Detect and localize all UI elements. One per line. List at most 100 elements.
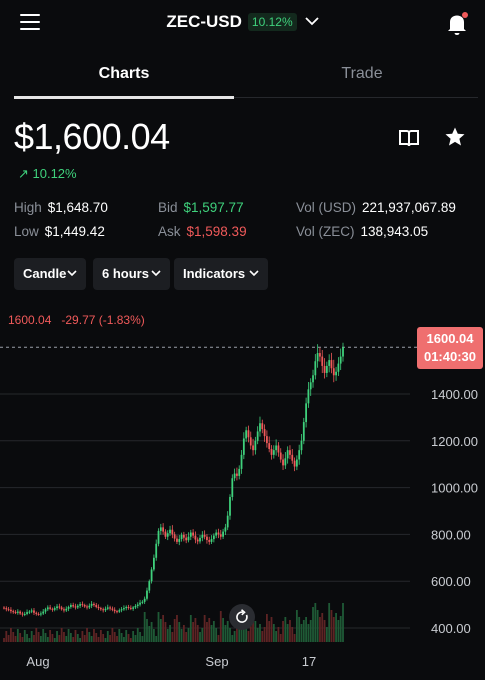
volume-bar bbox=[53, 638, 56, 642]
volume-bar bbox=[123, 637, 125, 642]
volume-bar bbox=[282, 621, 284, 642]
volume-bar bbox=[72, 637, 75, 642]
candle-body bbox=[212, 535, 215, 540]
volume-bar bbox=[125, 630, 128, 642]
volume-bar bbox=[229, 628, 231, 642]
volume-bar bbox=[65, 636, 68, 642]
candle-body bbox=[261, 423, 264, 430]
volume-bar bbox=[116, 636, 118, 642]
volume-bar bbox=[7, 635, 10, 642]
candle-body bbox=[203, 534, 206, 537]
candle-body bbox=[23, 613, 26, 615]
candle-body bbox=[127, 606, 130, 608]
candle-body bbox=[67, 606, 70, 609]
candle-body bbox=[176, 538, 178, 542]
indicators-dropdown[interactable]: Indicators bbox=[174, 258, 268, 290]
volume-bar bbox=[129, 638, 132, 642]
candle-body bbox=[39, 613, 42, 615]
volume-bar bbox=[146, 619, 148, 642]
candle-body bbox=[194, 535, 197, 540]
volume-bar bbox=[302, 620, 305, 642]
volume-bar bbox=[335, 613, 337, 642]
candle-body bbox=[206, 536, 208, 541]
candle-body bbox=[189, 532, 192, 537]
volume-bar bbox=[56, 631, 58, 642]
candle-body bbox=[3, 607, 5, 609]
volume-bar bbox=[113, 632, 116, 642]
candle-body bbox=[330, 360, 333, 369]
candle-body bbox=[37, 613, 40, 615]
candle-body bbox=[83, 605, 86, 607]
volume-bar bbox=[79, 638, 82, 642]
candle-body bbox=[120, 609, 123, 611]
chart-type-dropdown[interactable]: Candle bbox=[14, 258, 86, 290]
chart-delta: -29.77 (-1.83%) bbox=[61, 313, 145, 327]
x-tick-label: Sep bbox=[205, 654, 228, 669]
candle-body bbox=[305, 403, 308, 423]
volume-bar bbox=[314, 603, 317, 642]
volume-bar bbox=[289, 620, 291, 642]
volume-bar bbox=[35, 628, 38, 642]
volume-bar bbox=[215, 628, 218, 642]
volume-bar bbox=[49, 630, 52, 642]
candle-body bbox=[90, 603, 93, 606]
volume-bar bbox=[180, 629, 183, 642]
volume-bar bbox=[259, 624, 261, 642]
volume-bar bbox=[185, 632, 188, 642]
candle-body bbox=[79, 604, 82, 606]
volume-bar bbox=[300, 624, 303, 642]
pair-title: ZEC-USD bbox=[166, 12, 242, 31]
candle-body bbox=[300, 440, 303, 451]
candle-body bbox=[222, 531, 224, 537]
stat-ask: Ask $1,598.39 bbox=[158, 224, 247, 239]
candle-body bbox=[286, 450, 289, 459]
tab-charts[interactable]: Charts bbox=[14, 54, 234, 99]
candle-body bbox=[109, 607, 111, 609]
volume-bar bbox=[330, 610, 333, 642]
candle-body bbox=[268, 443, 271, 449]
tab-trade[interactable]: Trade bbox=[246, 54, 478, 98]
candle-body bbox=[19, 611, 22, 614]
book-icon[interactable] bbox=[398, 128, 420, 153]
bell-icon[interactable] bbox=[446, 12, 468, 36]
volume-bar bbox=[120, 633, 123, 642]
candle-body bbox=[113, 609, 116, 612]
top-bar: ZEC-USD 10.12% bbox=[0, 0, 485, 48]
candle-body bbox=[270, 448, 273, 455]
pair-selector[interactable]: ZEC-USD 10.12% bbox=[0, 12, 485, 32]
candle-body bbox=[293, 460, 296, 467]
volume-bar bbox=[342, 603, 344, 642]
y-tick-label: 1000.00 bbox=[431, 481, 478, 496]
candle-body bbox=[295, 459, 298, 467]
star-icon[interactable] bbox=[444, 126, 466, 153]
volume-bar bbox=[164, 622, 167, 642]
candle-body bbox=[185, 537, 188, 541]
volume-bar bbox=[261, 631, 264, 642]
candle-body bbox=[178, 539, 181, 542]
volume-bar bbox=[136, 628, 139, 642]
volume-bar bbox=[279, 634, 282, 642]
volume-bar bbox=[63, 632, 65, 642]
volume-bar bbox=[148, 626, 151, 642]
volume-bar bbox=[332, 617, 335, 642]
candle-body bbox=[173, 534, 176, 539]
stat-vol-usd: Vol (USD) 221,937,067.89 bbox=[296, 200, 456, 215]
volume-bar bbox=[76, 634, 79, 642]
volume-bar bbox=[222, 618, 224, 642]
reset-chart-button[interactable] bbox=[229, 604, 255, 630]
volume-bar bbox=[30, 631, 33, 642]
candle-body bbox=[49, 607, 52, 609]
candle-body bbox=[116, 611, 118, 613]
candle-body bbox=[129, 607, 132, 609]
chart-last-price: 1600.04 bbox=[8, 313, 52, 327]
volume-bar bbox=[169, 625, 171, 642]
candle-body bbox=[240, 454, 243, 469]
candle-body bbox=[256, 431, 259, 441]
volume-bar bbox=[102, 634, 105, 642]
interval-dropdown[interactable]: 6 hours bbox=[93, 258, 170, 290]
candle-body bbox=[332, 368, 335, 376]
volume-bar bbox=[293, 634, 296, 642]
volume-bar bbox=[67, 629, 70, 642]
volume-bar bbox=[325, 627, 328, 642]
volume-bar bbox=[159, 619, 162, 642]
